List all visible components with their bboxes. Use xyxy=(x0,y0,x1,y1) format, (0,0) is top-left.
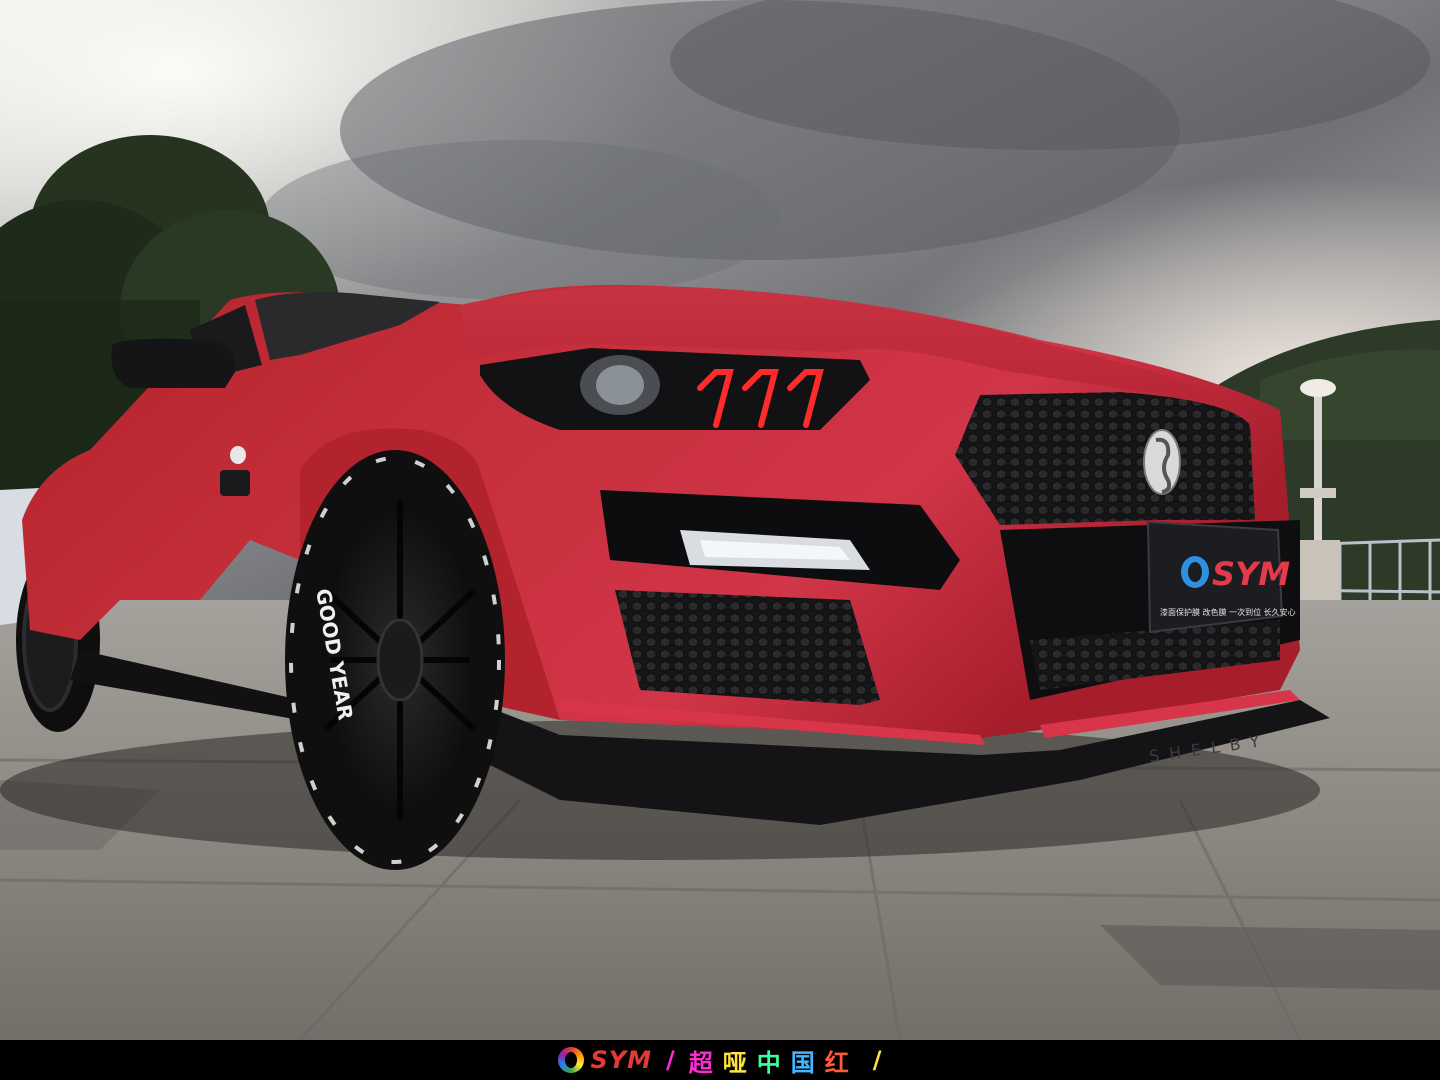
separator-right: / xyxy=(872,1046,882,1074)
slogan-char: 哑 xyxy=(722,1048,757,1077)
cobra-badge xyxy=(1143,429,1181,495)
brand-logo-text: SYM xyxy=(590,1046,652,1074)
slogan-char: 中 xyxy=(756,1048,791,1077)
plate-brand: SYM xyxy=(1212,555,1290,593)
fender-badge xyxy=(220,470,250,496)
car-photo: SHELBY GOOD YEAR SYM 漆面保护膜 改色膜 一次到位 长久安心 xyxy=(0,0,1440,1040)
bottom-banner: SYM / 超哑中国红 / xyxy=(0,1040,1440,1080)
brand-logo: SYM xyxy=(558,1046,652,1074)
slogan-char: 国 xyxy=(790,1048,825,1077)
headlight xyxy=(480,348,870,430)
slogan-text: 超哑中国红 xyxy=(689,1049,859,1077)
side-mirror xyxy=(111,338,236,388)
slogan: 超哑中国红 xyxy=(689,1043,859,1078)
brand-logo-icon xyxy=(558,1047,585,1073)
plate-caption: 漆面保护膜 改色膜 一次到位 长久安心 xyxy=(1160,607,1296,617)
separator-left: / xyxy=(666,1046,675,1074)
slogan-char: 红 xyxy=(824,1048,859,1077)
front-wheel xyxy=(285,450,505,870)
slogan-char: 超 xyxy=(688,1048,723,1077)
front-grille xyxy=(955,392,1255,525)
